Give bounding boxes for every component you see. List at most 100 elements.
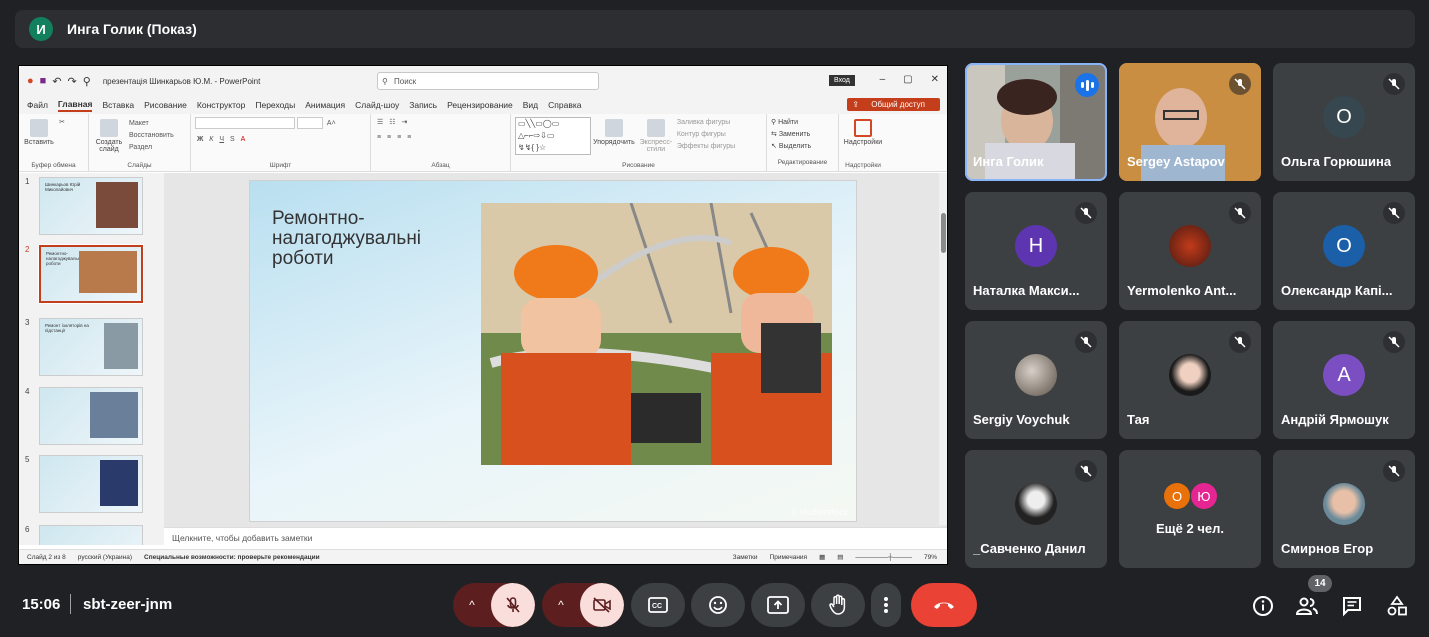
font-name-input[interactable] [195, 117, 295, 129]
indent-icon[interactable]: ⇥ [401, 118, 407, 126]
menu-slideshow[interactable]: Слайд-шоу [355, 100, 399, 110]
participant-tile[interactable]: Sergiy Voychuk [965, 321, 1107, 439]
menu-insert[interactable]: Вставка [102, 100, 134, 110]
participant-tile[interactable]: Н Наталка Макси... [965, 192, 1107, 310]
customize-icon[interactable]: ⚲ [83, 75, 91, 88]
font-size-input[interactable] [296, 117, 323, 129]
participant-tile[interactable]: Тая [1119, 321, 1261, 439]
editor-scrollbar[interactable] [939, 173, 947, 525]
captions-button[interactable]: CC [631, 583, 685, 627]
bullets-icon[interactable]: ☰ [377, 118, 383, 126]
align-center-icon[interactable]: ≡ [387, 134, 391, 141]
participant-tile[interactable]: Инга Голик [965, 63, 1107, 181]
login-button[interactable]: Вход [829, 75, 855, 86]
menu-home[interactable]: Главная [57, 99, 93, 112]
slide-thumbnail-1[interactable]: Шинкарьов Юрій Миколайович [39, 177, 143, 235]
participant-tile[interactable]: Смирнов Егор [1273, 450, 1415, 568]
video-options-button[interactable]: ^ [542, 583, 580, 627]
menu-draw[interactable]: Рисование [144, 100, 187, 110]
menu-design[interactable]: Конструктор [197, 100, 245, 110]
paste-button[interactable]: Вставить [23, 117, 55, 146]
menu-help[interactable]: Справка [548, 100, 581, 110]
restore-button[interactable]: Восстановить [129, 131, 174, 141]
zoom-level[interactable]: 79% [924, 554, 937, 561]
slide-thumbnail-4[interactable] [39, 387, 143, 445]
notes-toggle[interactable]: Заметки [733, 554, 758, 561]
align-left-icon[interactable]: ≡ [377, 134, 381, 141]
scroll-thumb[interactable] [941, 213, 946, 253]
maximize-icon[interactable]: ▢ [903, 74, 912, 85]
select-button[interactable]: ↖ Выделить [771, 141, 834, 153]
menu-animations[interactable]: Анимация [305, 100, 345, 110]
menu-transitions[interactable]: Переходы [255, 100, 295, 110]
mic-off-icon [1383, 73, 1405, 95]
shape-effects-button[interactable]: Эффекты фигуры [677, 141, 735, 153]
quick-styles-button[interactable]: Экспресс-стили [637, 117, 675, 153]
align-right-icon[interactable]: ≡ [397, 134, 401, 141]
accessibility-status[interactable]: Специальные возможности: проверьте реком… [144, 554, 320, 561]
italic-icon[interactable]: К [209, 136, 213, 143]
font-color-icon[interactable]: A [241, 136, 246, 143]
camera-toggle-button[interactable] [580, 583, 624, 627]
present-button[interactable] [751, 583, 805, 627]
participant-tile[interactable]: О Ольга Горюшина [1273, 63, 1415, 181]
underline-icon[interactable]: Ч [219, 136, 224, 143]
close-icon[interactable]: ✕ [931, 74, 939, 85]
audio-options-button[interactable]: ^ [453, 583, 491, 627]
more-participants-tile[interactable]: О Ю Ещё 2 чел. [1119, 450, 1261, 568]
minimize-icon[interactable]: – [880, 74, 886, 85]
participant-tile[interactable]: Sergey Astapov [1119, 63, 1261, 181]
shape-outline-button[interactable]: Контур фигуры [677, 129, 735, 141]
slide-photo[interactable] [481, 203, 832, 465]
participant-tile[interactable]: Yermolenko Ant... [1119, 192, 1261, 310]
slide-title[interactable]: Ремонтно-налагоджувальні роботи [272, 209, 472, 269]
raise-hand-button[interactable] [811, 583, 865, 627]
comments-toggle[interactable]: Примечания [770, 554, 808, 561]
save-icon[interactable]: ■ [40, 75, 47, 87]
normal-view-icon[interactable]: ▦ [819, 553, 825, 561]
pp-search-input[interactable]: ⚲ Поиск [377, 72, 599, 90]
current-slide[interactable]: Ремонтно-налагоджувальні роботи © shutte… [249, 180, 857, 522]
sorter-view-icon[interactable]: ▤ [837, 553, 843, 561]
notes-pane[interactable]: Щелкните, чтобы добавить заметки [164, 527, 947, 549]
justify-icon[interactable]: ≡ [407, 134, 411, 141]
find-button[interactable]: ⚲ Найти [771, 117, 834, 129]
replace-button[interactable]: ⇆ Заменить [771, 129, 834, 141]
grow-font-icon[interactable]: A˄ [327, 120, 336, 127]
mic-toggle-button[interactable] [491, 583, 535, 627]
slide-thumbnail-2[interactable]: Ремонтно-налагоджувальні роботи [38, 244, 144, 304]
slide-thumbnail-3[interactable]: Ремонт ізоляторів на підстанції [39, 318, 143, 376]
people-button[interactable] [1294, 593, 1320, 619]
participant-tile[interactable]: А Андрій Ярмошук [1273, 321, 1415, 439]
zoom-slider[interactable]: —————┼——— [855, 554, 912, 561]
layout-button[interactable]: Макет [129, 119, 149, 129]
participant-tile[interactable]: _Савченко Данил [965, 450, 1107, 568]
arrange-button[interactable]: Упорядочить [593, 117, 635, 146]
reactions-button[interactable] [691, 583, 745, 627]
new-slide-button[interactable]: Создать слайд [93, 117, 125, 153]
menu-review[interactable]: Рецензирование [447, 100, 513, 110]
section-button[interactable]: Раздел [129, 143, 152, 153]
cut-icon[interactable]: ✂ [59, 118, 65, 126]
participant-tile[interactable]: О Олександр Капі... [1273, 192, 1415, 310]
share-access-button[interactable]: ⇪ Общий доступ [847, 98, 940, 111]
activities-button[interactable] [1384, 593, 1410, 619]
menu-record[interactable]: Запись [409, 100, 437, 110]
addins-button[interactable]: Надстройки [843, 117, 883, 146]
numbering-icon[interactable]: ☷ [389, 118, 395, 126]
undo-icon[interactable]: ↶ [52, 75, 61, 88]
meeting-details-button[interactable] [1250, 593, 1276, 619]
strike-icon[interactable]: S [230, 136, 235, 143]
chat-button[interactable] [1339, 593, 1365, 619]
menu-view[interactable]: Вид [523, 100, 538, 110]
redo-icon[interactable]: ↷ [68, 75, 77, 88]
slide-thumbnail-6[interactable] [39, 525, 143, 545]
more-options-button[interactable] [871, 583, 901, 627]
slide-thumbnail-5[interactable] [39, 455, 143, 513]
menu-file[interactable]: Файл [27, 100, 48, 110]
bold-icon[interactable]: Ж [197, 136, 203, 143]
shapes-gallery[interactable]: ▭╲╲▭◯▭ △⌐⌐⇨⇩▭ ↯↯{ }☆ [515, 117, 591, 155]
leave-call-button[interactable] [911, 583, 977, 627]
shape-fill-button[interactable]: Заливка фигуры [677, 117, 735, 129]
language-status[interactable]: русский (Украина) [78, 554, 132, 561]
